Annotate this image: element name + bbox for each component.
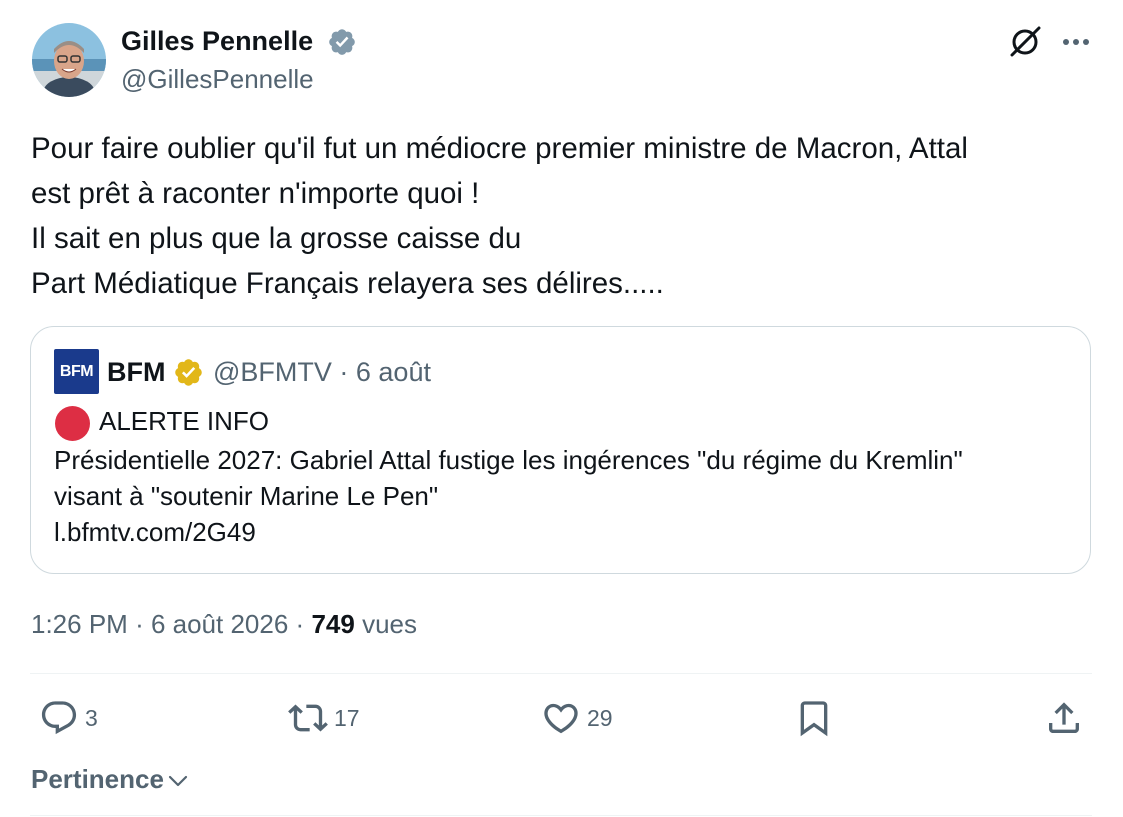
divider <box>30 673 1092 674</box>
like-button[interactable]: 29 <box>541 696 613 740</box>
more-options-icon[interactable] <box>1058 24 1094 60</box>
tweet-date[interactable]: 6 août 2026 <box>151 609 288 639</box>
separator: · <box>135 609 151 639</box>
verified-badge-icon[interactable] <box>327 27 357 57</box>
red-circle-icon <box>55 406 90 441</box>
bfm-logo-icon[interactable]: BFM <box>54 349 99 394</box>
share-icon <box>1049 702 1079 733</box>
tweet-body-line: Part Médiatique Français relayera ses dé… <box>31 267 664 300</box>
quoted-author-name: BFM <box>107 357 166 387</box>
repost-count: 17 <box>334 704 360 731</box>
grok-icon[interactable] <box>1005 22 1045 62</box>
quoted-text-line: Présidentielle 2027: Gabriel Attal fusti… <box>54 445 963 475</box>
repost-icon <box>288 704 328 732</box>
views-count: 749 <box>311 609 355 639</box>
tweet-body-line: Il sait en plus que la grosse caisse du <box>31 222 522 255</box>
avatar-photo-icon <box>32 23 106 97</box>
share-button[interactable] <box>1044 696 1084 740</box>
sort-dropdown[interactable]: Pertinence <box>31 762 164 796</box>
avatar[interactable] <box>32 23 106 97</box>
separator: · <box>295 609 312 639</box>
author-handle[interactable]: @GillesPennelle <box>121 62 314 96</box>
reply-button[interactable]: 3 <box>39 696 98 740</box>
quoted-link[interactable]: l.bfmtv.com/2G49 <box>54 515 256 549</box>
quoted-text-line: visant à "soutenir Marine Le Pen" <box>54 481 439 511</box>
bookmark-icon <box>800 701 828 737</box>
heart-icon <box>544 703 578 734</box>
tweet-time[interactable]: 1:26 PM <box>31 609 128 639</box>
tweet-body-line: Pour faire oublier qu'il fut un médiocre… <box>31 132 968 165</box>
quoted-handle-date: @BFMTV · 6 août <box>213 357 431 387</box>
tweet-body-line: est prêt à raconter n'importe quoi ! <box>31 177 480 210</box>
bookmark-button[interactable] <box>794 696 834 740</box>
repost-button[interactable]: 17 <box>288 696 360 740</box>
like-count: 29 <box>587 704 613 731</box>
views-label: vues <box>362 609 417 639</box>
reply-count: 3 <box>85 704 98 731</box>
tweet-meta: 1:26 PM · 6 août 2026 · 749 vues <box>31 607 417 641</box>
tweet-body: Pour faire oublier qu'il fut un médiocre… <box>31 126 968 306</box>
quoted-alert-label: ALERTE INFO <box>99 406 270 436</box>
author-name[interactable]: Gilles Pennelle <box>121 24 313 58</box>
reply-icon <box>41 701 77 735</box>
chevron-down-icon[interactable] <box>167 772 189 790</box>
divider <box>30 815 1092 816</box>
gold-verified-badge-icon <box>175 359 202 386</box>
